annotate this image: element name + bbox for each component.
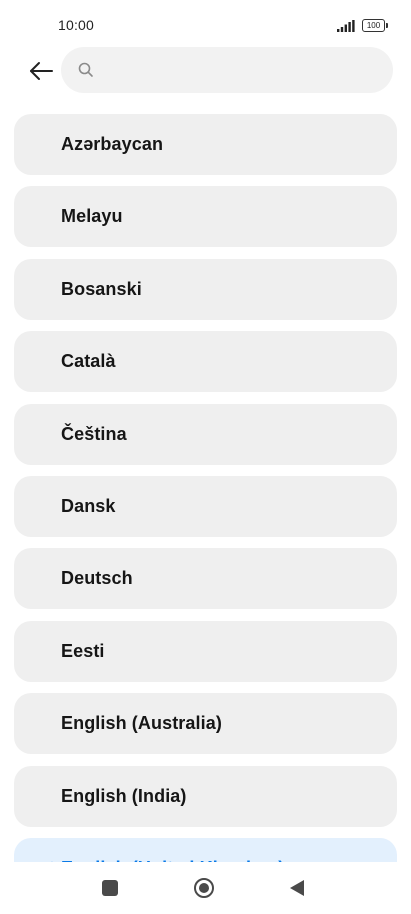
language-label: Melayu <box>61 206 123 227</box>
language-item[interactable]: Melayu <box>14 186 397 248</box>
language-list-viewport[interactable]: Azərbaycan Melayu Bosanski Català Čeština Dan… <box>0 0 411 862</box>
search-input[interactable] <box>105 47 381 93</box>
language-item[interactable]: Dansk <box>14 476 397 537</box>
language-label: English (United Kingdom) <box>61 838 284 862</box>
language-item[interactable]: Bosanski <box>14 258 397 320</box>
language-item[interactable]: Čeština <box>14 403 397 465</box>
language-label: English (Australia) <box>61 713 222 734</box>
language-item[interactable]: English (United Kingdom) <box>14 838 397 862</box>
triangle-back-icon[interactable] <box>289 879 305 897</box>
arrow-left-icon[interactable] <box>26 56 56 86</box>
language-label: Deutsch <box>61 568 133 589</box>
language-label: Bosanski <box>61 278 142 299</box>
search-bar[interactable] <box>61 47 393 93</box>
language-item[interactable]: English (India) <box>14 765 397 827</box>
language-label: Català <box>61 351 116 372</box>
language-item[interactable]: English (Australia) <box>14 693 397 755</box>
language-label: Eesti <box>61 640 105 661</box>
circle-home-icon[interactable] <box>193 877 215 899</box>
language-item[interactable]: Deutsch <box>14 548 397 610</box>
language-label: Azərbaycan <box>61 134 164 154</box>
search-icon <box>78 62 93 77</box>
language-item[interactable]: Català <box>14 331 397 393</box>
language-label: English (India) <box>61 785 187 806</box>
language-label: Čeština <box>61 423 127 444</box>
language-label: Dansk <box>61 496 116 516</box>
language-item[interactable]: Eesti <box>14 620 397 682</box>
navigation-bar <box>0 862 411 914</box>
language-item[interactable]: Azərbaycan <box>14 114 397 175</box>
square-recents-icon[interactable] <box>102 880 118 896</box>
